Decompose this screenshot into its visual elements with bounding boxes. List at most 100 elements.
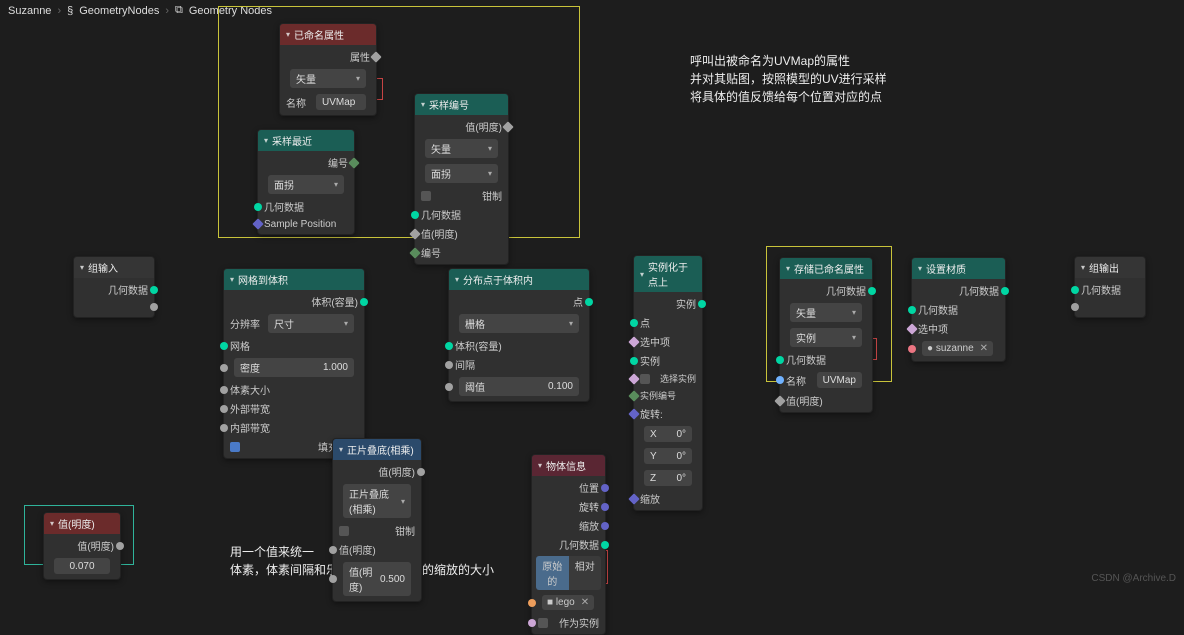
socket-value[interactable]	[417, 468, 425, 476]
node-math-multiply[interactable]: ▾正片叠底(相乘) 值(明度) 正片叠底(相乘)▾ 钳制 值(明度) 值(明度)…	[332, 438, 422, 602]
space-tabs[interactable]: 原始的 相对	[536, 556, 601, 590]
node-object-info[interactable]: ▾物体信息 位置 旋转 缩放 几何数据 原始的 相对 ■ lego✕ 作为实例	[531, 454, 606, 635]
socket-value[interactable]	[409, 228, 420, 239]
socket-index[interactable]	[348, 157, 359, 168]
node-sample-index[interactable]: ▾采样编号 值(明度) 矢量▾ 面拐▾ 钳制 几何数据 值(明度) 编号	[414, 93, 509, 265]
socket-instances[interactable]	[698, 300, 706, 308]
socket-index[interactable]	[628, 390, 639, 401]
socket-name[interactable]	[776, 376, 784, 384]
socket-ext[interactable]	[220, 405, 228, 413]
socket-selection[interactable]	[628, 336, 639, 347]
socket-instance[interactable]	[630, 357, 638, 365]
socket-value[interactable]	[116, 542, 124, 550]
value-b-field[interactable]: 值(明度)0.500	[343, 562, 411, 596]
socket-rotation[interactable]	[628, 408, 639, 419]
socket-object[interactable]	[528, 599, 536, 607]
domain-dropdown[interactable]: 面拐▾	[268, 175, 344, 194]
name-field[interactable]: UVMap	[316, 94, 366, 110]
socket-position[interactable]	[252, 218, 263, 229]
socket-geometry[interactable]	[908, 306, 916, 314]
socket-location[interactable]	[601, 484, 609, 492]
resolution-dropdown[interactable]: 尺寸▾	[268, 314, 354, 333]
node-instance-on-points[interactable]: ▾实例化于点上 实例 点 选中项 实例 选择实例 实例编号 旋转: X0° Y0…	[633, 255, 703, 511]
socket-geometry[interactable]	[776, 356, 784, 364]
domain-dropdown[interactable]: 面拐▾	[425, 164, 498, 183]
socket-spacing[interactable]	[445, 361, 453, 369]
mode-dropdown[interactable]: 栅格▾	[459, 314, 579, 333]
chevron-down-icon: ▾	[80, 263, 84, 272]
threshold-field[interactable]: 阈值0.100	[459, 377, 579, 396]
socket-geometry[interactable]	[601, 541, 609, 549]
socket-selection[interactable]	[906, 323, 917, 334]
socket-attribute[interactable]	[370, 51, 381, 62]
socket-value-a[interactable]	[329, 546, 337, 554]
operation-dropdown[interactable]: 正片叠底(相乘)▾	[343, 484, 411, 518]
chevron-down-icon: ▾	[421, 100, 425, 109]
chevron-down-icon: ▾	[455, 275, 459, 284]
socket-rotation[interactable]	[601, 503, 609, 511]
domain-dropdown[interactable]: 实例▾	[790, 328, 862, 347]
material-field[interactable]: ● suzanne✕	[922, 341, 993, 356]
node-editor-canvas[interactable]: 呼叫出被命名为UVMap的属性 并对其贴图，按照模型的UV进行采样 将具体的值反…	[0, 0, 1184, 588]
as-instance-checkbox[interactable]	[538, 618, 548, 628]
socket-scale[interactable]	[601, 522, 609, 530]
node-mesh-to-volume[interactable]: ▾网格到体积 体积(容量) 分辨率尺寸▾ 网格 密度1.000 体素大小 外部带…	[223, 268, 365, 459]
node-named-attribute[interactable]: ▾已命名属性 属性 矢量▾ 名称UVMap	[279, 23, 377, 116]
socket-geometry[interactable]	[150, 286, 158, 294]
socket-volume[interactable]	[360, 298, 368, 306]
clear-icon[interactable]: ✕	[980, 343, 988, 354]
socket-geometry[interactable]	[254, 203, 262, 211]
node-set-material[interactable]: ▾设置材质 几何数据 几何数据 选中项 ● suzanne✕	[911, 257, 1006, 362]
socket-geometry[interactable]	[411, 211, 419, 219]
socket-volume[interactable]	[445, 342, 453, 350]
rot-x[interactable]: X0°	[644, 426, 692, 442]
type-dropdown[interactable]: 矢量▾	[790, 303, 862, 322]
socket-points[interactable]	[630, 319, 638, 327]
socket-points[interactable]	[585, 298, 593, 306]
clamp-checkbox[interactable]	[421, 191, 431, 201]
type-dropdown[interactable]: 矢量▾	[425, 139, 498, 158]
socket-mesh[interactable]	[220, 342, 228, 350]
rot-y[interactable]: Y0°	[644, 448, 692, 464]
name-field[interactable]: UVMap	[817, 372, 862, 388]
socket-geometry[interactable]	[1001, 287, 1009, 295]
socket-as-instance[interactable]	[528, 619, 536, 627]
fill-checkbox[interactable]	[230, 442, 240, 452]
node-group-output[interactable]: ▾组输出 几何数据	[1074, 256, 1146, 318]
chevron-down-icon: ▾	[786, 264, 790, 273]
density-field[interactable]: 密度1.000	[234, 358, 354, 377]
socket-scale[interactable]	[628, 493, 639, 504]
object-field[interactable]: ■ lego✕	[542, 595, 594, 610]
socket-value[interactable]	[774, 395, 785, 406]
socket-geometry[interactable]	[868, 287, 876, 295]
rot-z[interactable]: Z0°	[644, 470, 692, 486]
annotation-top: 呼叫出被命名为UVMap的属性 并对其贴图，按照模型的UV进行采样 将具体的值反…	[690, 52, 887, 106]
socket-geometry[interactable]	[1071, 286, 1079, 294]
node-group-input[interactable]: ▾组输入 几何数据	[73, 256, 155, 318]
socket-value[interactable]	[502, 121, 513, 132]
value-field[interactable]: 0.070	[54, 558, 110, 574]
chevron-down-icon: ▾	[50, 519, 54, 528]
socket-voxel[interactable]	[220, 386, 228, 394]
chevron-down-icon: ▾	[538, 461, 542, 470]
socket-blank[interactable]	[150, 303, 158, 311]
pick-checkbox[interactable]	[640, 374, 650, 384]
socket-value-b[interactable]	[329, 575, 337, 583]
clamp-checkbox[interactable]	[339, 526, 349, 536]
node-value[interactable]: ▾值(明度) 值(明度) 0.070	[43, 512, 121, 580]
socket-pick[interactable]	[628, 373, 639, 384]
socket-threshold[interactable]	[445, 383, 453, 391]
socket-int[interactable]	[220, 424, 228, 432]
socket-density[interactable]	[220, 364, 228, 372]
node-store-named-attribute[interactable]: ▾存储已命名属性 几何数据 矢量▾ 实例▾ 几何数据 名称UVMap 值(明度)	[779, 257, 873, 413]
watermark: CSDN @Archive.D	[1091, 573, 1176, 584]
node-distribute-points[interactable]: ▾分布点于体积内 点 栅格▾ 体积(容量) 间隔 阈值0.100	[448, 268, 590, 402]
socket-material[interactable]	[908, 345, 916, 353]
chevron-down-icon: ▾	[230, 275, 234, 284]
clear-icon[interactable]: ✕	[581, 597, 589, 608]
socket-index[interactable]	[409, 247, 420, 258]
type-dropdown[interactable]: 矢量▾	[290, 69, 366, 88]
chevron-down-icon: ▾	[286, 30, 290, 39]
node-sample-nearest[interactable]: ▾采样最近 编号 面拐▾ 几何数据 Sample Position	[257, 129, 355, 235]
socket-blank[interactable]	[1071, 303, 1079, 311]
